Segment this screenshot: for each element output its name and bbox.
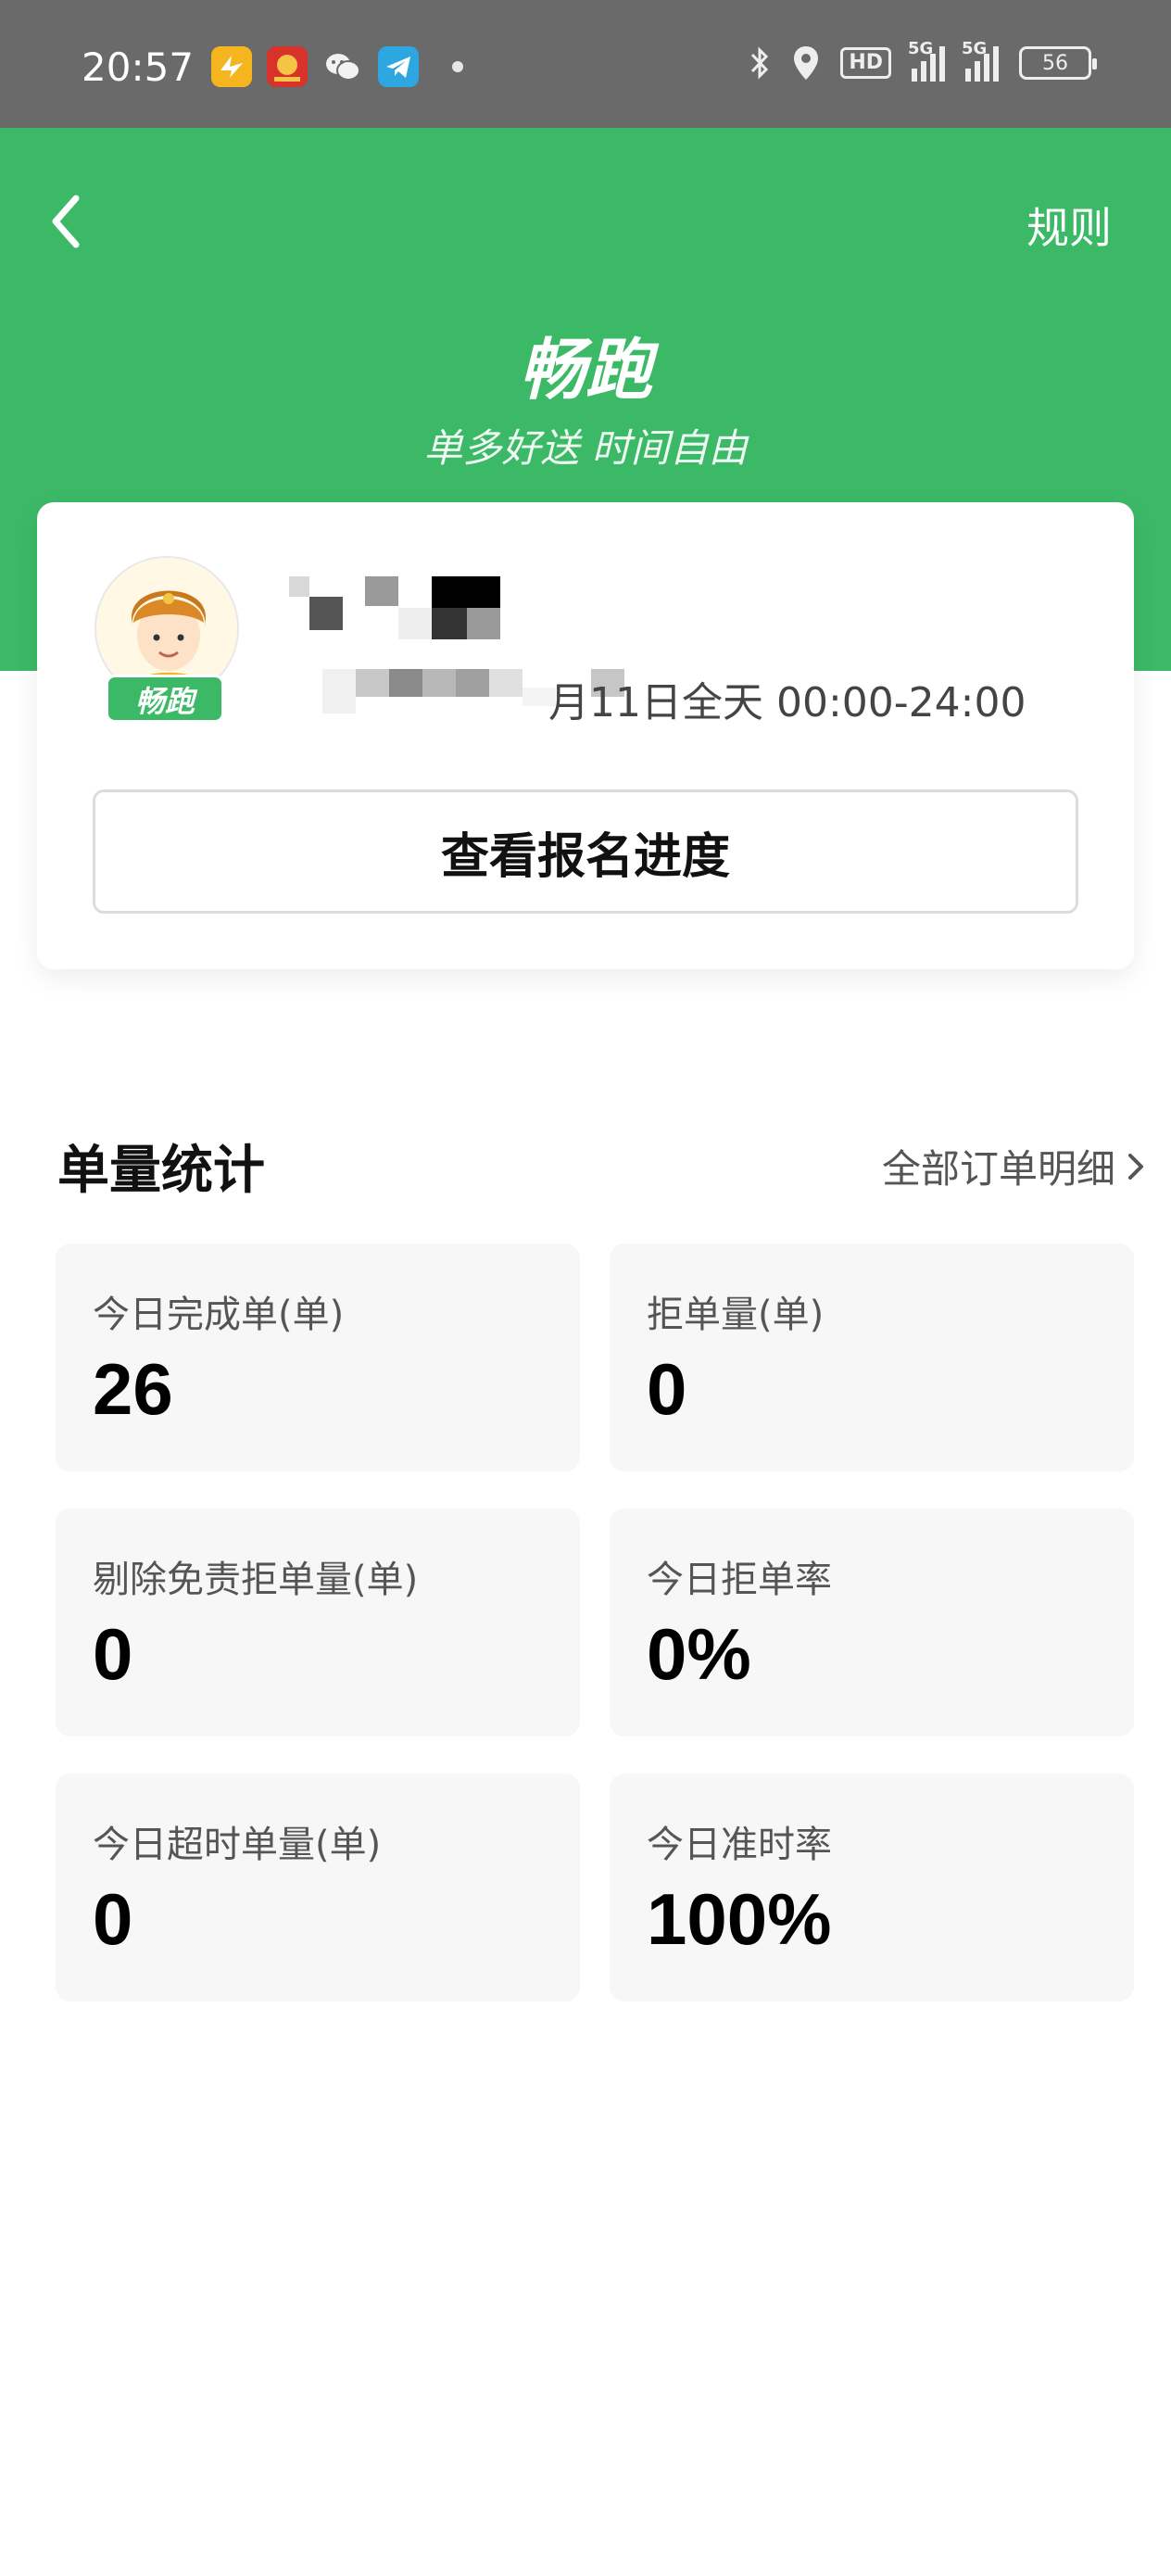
notification-app-icons bbox=[211, 46, 463, 87]
chevron-left-icon bbox=[52, 195, 80, 248]
avatar: 畅跑 bbox=[93, 556, 243, 723]
telegram-icon bbox=[378, 46, 419, 87]
taobao-flash-icon bbox=[211, 46, 252, 87]
stat-value: 100% bbox=[647, 1878, 832, 1960]
stat-value: 0% bbox=[647, 1613, 751, 1695]
bluetooth-icon bbox=[748, 44, 772, 82]
stat-label: 今日准时率 bbox=[647, 1824, 832, 1866]
stat-label: 今日超时单量(单) bbox=[93, 1824, 382, 1866]
status-bar: 20:57 HD 5G 5G 56 bbox=[0, 0, 1171, 128]
stat-card-overtime: 今日超时单量(单) 0 bbox=[56, 1774, 580, 2001]
stat-label: 剔除免责拒单量(单) bbox=[93, 1559, 419, 1601]
location-icon bbox=[792, 44, 820, 82]
app-red-icon bbox=[267, 46, 308, 87]
stat-label: 今日完成单(单) bbox=[93, 1294, 345, 1336]
stat-value: 0 bbox=[93, 1613, 133, 1695]
stat-value: 0 bbox=[93, 1878, 133, 1960]
page-subtitle: 单多好送 时间自由 bbox=[423, 425, 748, 471]
all-orders-label: 全部订单明细 bbox=[881, 1146, 1115, 1192]
signal-5g-icon: 5G bbox=[962, 39, 999, 82]
stat-label: 今日拒单率 bbox=[647, 1559, 832, 1601]
hd-icon: HD bbox=[840, 47, 891, 79]
stat-value: 0 bbox=[647, 1348, 687, 1430]
signal-5g-icon: 5G bbox=[908, 39, 945, 82]
stat-card-reject-rate: 今日拒单率 0% bbox=[610, 1509, 1134, 1736]
stat-value: 26 bbox=[93, 1348, 173, 1430]
rider-name-redacted bbox=[289, 576, 511, 643]
stat-label: 拒单量(单) bbox=[647, 1294, 825, 1336]
back-button[interactable] bbox=[41, 189, 96, 254]
stat-card-rejected: 拒单量(单) 0 bbox=[610, 1244, 1134, 1471]
stats-title: 单量统计 bbox=[57, 1141, 265, 1201]
stat-card-on-time-rate: 今日准时率 100% bbox=[610, 1774, 1134, 2001]
avatar-tag: 畅跑 bbox=[106, 675, 224, 723]
view-progress-button[interactable]: 查看报名进度 bbox=[93, 789, 1078, 914]
page-title: 畅跑 bbox=[518, 331, 652, 409]
stat-card-rejected-excluding-exempt: 剔除免责拒单量(单) 0 bbox=[56, 1509, 580, 1736]
schedule-line: 月11日全天 00:00-24:00 bbox=[289, 662, 1104, 726]
status-indicators: HD 5G 5G 56 bbox=[748, 39, 1097, 82]
stats-header: 单量统计 全部订单明细 bbox=[57, 1129, 1147, 1203]
wechat-icon bbox=[322, 46, 363, 87]
battery-icon: 56 bbox=[1019, 46, 1097, 80]
page: 20:57 HD 5G 5G 56 规则 畅跑 单多好送 时间自由 畅跑 月11… bbox=[0, 0, 1171, 2576]
schedule-text: 月11日全天 00:00-24:00 bbox=[548, 679, 1026, 726]
stat-card-completed: 今日完成单(单) 26 bbox=[56, 1244, 580, 1471]
more-notifications-dot bbox=[452, 61, 463, 72]
all-orders-link[interactable]: 全部订单明细 bbox=[882, 1138, 1147, 1194]
status-time: 20:57 bbox=[82, 44, 195, 90]
profile-card: 畅跑 月11日全天 00:00-24:00 查看报名进度 bbox=[37, 502, 1134, 969]
rules-button[interactable]: 规则 bbox=[1026, 195, 1112, 256]
chevron-right-icon bbox=[1128, 1153, 1143, 1180]
